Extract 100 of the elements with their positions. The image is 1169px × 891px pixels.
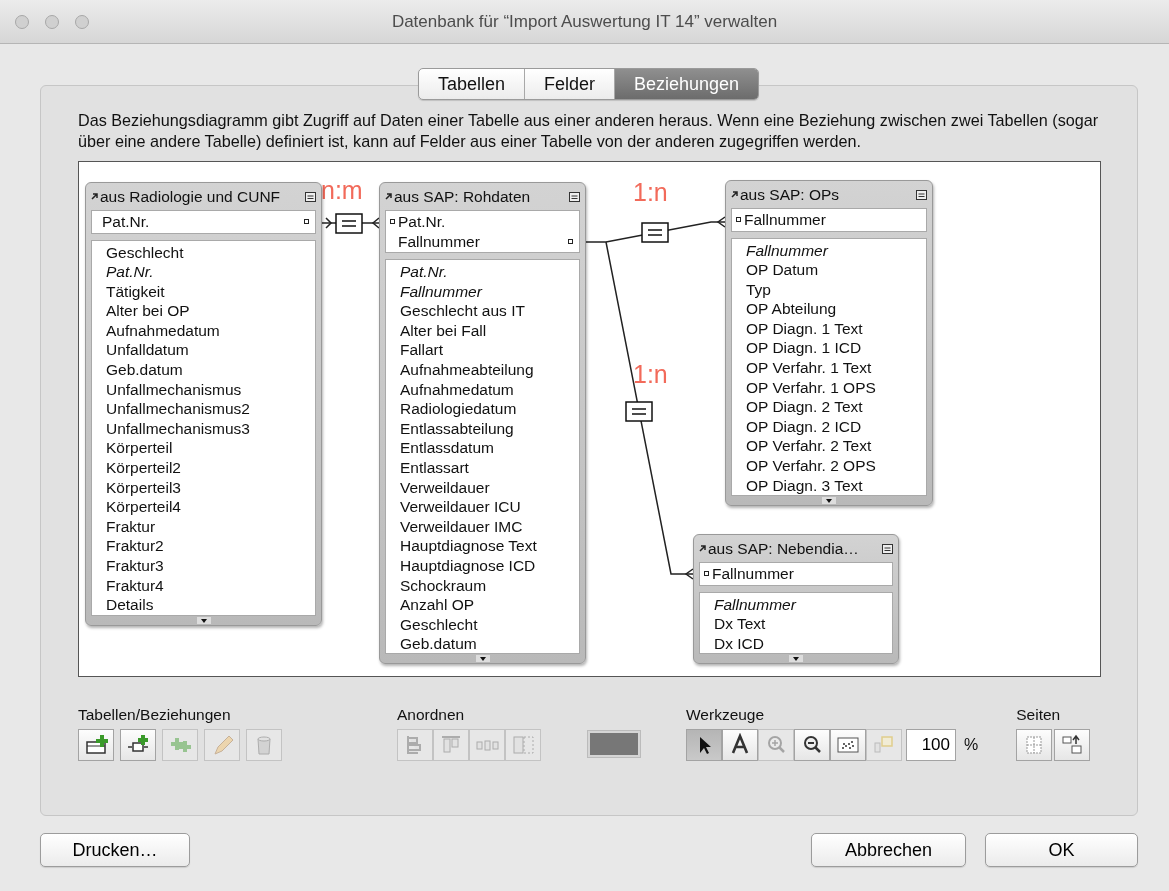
collapse-icon[interactable] — [569, 191, 580, 202]
cardinality-label: 1:n — [633, 178, 668, 206]
table-title: aus SAP: Nebendia… — [708, 538, 860, 559]
field-name: Fraktur3 — [106, 556, 165, 576]
field-name: OP Diagn. 3 Text — [746, 475, 864, 495]
field-name: Fallnummer — [400, 281, 484, 302]
key-marker-icon — [390, 219, 395, 225]
field-name: Unfalldatum — [106, 340, 190, 361]
group-label: Werkzeuge — [686, 705, 766, 725]
group-label: Seiten — [1016, 705, 1062, 725]
cancel-button[interactable]: Abbrechen — [811, 833, 966, 867]
field-name: Typ — [746, 279, 772, 300]
table-title: aus Radiologie und CUNF — [100, 186, 282, 207]
field-name: Aufnahmedatum — [400, 379, 515, 400]
zoom-unit: % — [964, 735, 979, 756]
field-name: Alter bei OP — [106, 301, 191, 321]
table-box[interactable] — [85, 182, 322, 626]
scroll-down-icon[interactable] — [822, 497, 836, 504]
window-title: Datenbank für “Import Auswertung IT 14” verwalten — [391, 10, 778, 33]
field-name: OP Verfahr. 2 Text — [746, 436, 873, 457]
toolbar-button[interactable] — [120, 729, 156, 762]
field-name: Hauptdiagnose Text — [400, 536, 538, 556]
field-name: Verweildauer IMC — [400, 516, 524, 537]
field-name: OP Datum — [746, 260, 820, 280]
join-icon[interactable] — [641, 222, 669, 243]
field-name: Details — [106, 595, 155, 615]
field-name: OP Abteilung — [746, 299, 838, 319]
pin-arrow-icon — [91, 193, 98, 200]
group-label: Tabellen/Beziehungen — [78, 705, 232, 725]
field-name: Fraktur — [106, 516, 157, 537]
pin-arrow-icon — [385, 193, 392, 200]
field-name: Dx ICD — [714, 633, 765, 653]
table-box[interactable] — [725, 180, 933, 506]
collapse-icon[interactable] — [916, 189, 927, 200]
field-name: Körperteil — [106, 438, 174, 459]
cardinality-label: 1:n — [633, 360, 668, 388]
field-name: OP Diagn. 1 Text — [746, 318, 864, 339]
scroll-down-icon[interactable] — [196, 617, 211, 624]
field-name: OP Diagn. 1 ICD — [746, 338, 863, 359]
pin-arrow-icon — [699, 545, 706, 552]
field-name: Körperteil4 — [106, 497, 182, 517]
print-button[interactable]: Drucken… — [40, 833, 190, 867]
field-name: OP Verfahr. 1 OPS — [746, 377, 877, 398]
scroll-down-icon[interactable] — [475, 655, 490, 662]
toolbar-button[interactable] — [78, 729, 114, 762]
field-name: Verweildauer — [400, 477, 491, 498]
field-name: Fraktur4 — [106, 575, 165, 596]
field-name: Fallnummer — [714, 594, 798, 615]
field-name: Fallart — [400, 340, 445, 360]
zoom-field[interactable]: 100 — [906, 729, 956, 762]
field-name: Körperteil3 — [106, 477, 182, 498]
toolbar-button[interactable] — [722, 729, 758, 762]
scroll-down-icon[interactable] — [789, 655, 803, 662]
field-name: OP Verfahr. 2 OPS — [746, 456, 877, 476]
field-name: Entlassart — [400, 457, 470, 478]
collapse-icon[interactable] — [882, 543, 893, 554]
field-name: Geb.datum — [106, 360, 184, 380]
key-field: Pat.Nr. — [398, 212, 446, 232]
field-name: Fraktur2 — [106, 536, 165, 556]
pin-arrow-icon — [731, 191, 738, 198]
field-name: Geschlecht — [400, 614, 479, 635]
field-name: Tätigkeit — [106, 281, 166, 302]
field-name: OP Diagn. 2 ICD — [746, 416, 863, 437]
field-name: Geb.datum — [400, 634, 478, 653]
toolbar-button[interactable] — [794, 729, 830, 762]
field-name: Fallnummer — [746, 240, 830, 261]
ok-button[interactable]: OK — [985, 833, 1138, 867]
color-swatch-button[interactable] — [588, 731, 640, 757]
table-box[interactable] — [379, 182, 586, 664]
key-marker-icon — [568, 238, 573, 244]
table-title: aus SAP: Rohdaten — [394, 186, 532, 207]
field-name: Pat.Nr. — [106, 262, 155, 282]
field-name: Anzahl OP — [400, 595, 476, 615]
tab[interactable]: Beziehungen — [615, 69, 759, 99]
field-name: OP Verfahr. 1 Text — [746, 358, 873, 378]
join-icon[interactable] — [335, 213, 363, 234]
key-field: Fallnummer — [390, 231, 565, 251]
field-name: Schockraum — [400, 575, 488, 596]
field-name: Geschlecht aus IT — [400, 301, 526, 321]
field-name: Radiologiedatum — [400, 399, 518, 419]
field-name: OP Diagn. 2 Text — [746, 397, 864, 417]
field-name: Unfallmechanismus2 — [106, 399, 251, 419]
field-name: Aufnahmedatum — [106, 320, 221, 341]
field-name: Körperteil2 — [106, 458, 182, 478]
field-name: Aufnahmeabteilung — [400, 359, 535, 380]
field-name: Alter bei Fall — [400, 320, 488, 341]
field-name: Unfallmechanismus3 — [106, 418, 251, 439]
field-name: Unfallmechanismus — [106, 379, 243, 400]
toolbar-button[interactable] — [686, 729, 722, 762]
group-label: Anordnen — [397, 705, 466, 725]
join-icon[interactable] — [625, 401, 653, 422]
field-name: Verweildauer ICU — [400, 497, 522, 517]
field-name: Dx Text — [714, 614, 767, 634]
collapse-icon[interactable] — [305, 191, 316, 202]
field-name: Hauptdiagnose ICD — [400, 555, 537, 576]
field-name: Pat.Nr. — [400, 262, 449, 282]
field-name: Entlassdatum — [400, 438, 495, 458]
cardinality-label: n:m — [321, 176, 363, 204]
field-name: Entlassabteilung — [400, 418, 515, 439]
table-title: aus SAP: OPs — [740, 184, 841, 205]
